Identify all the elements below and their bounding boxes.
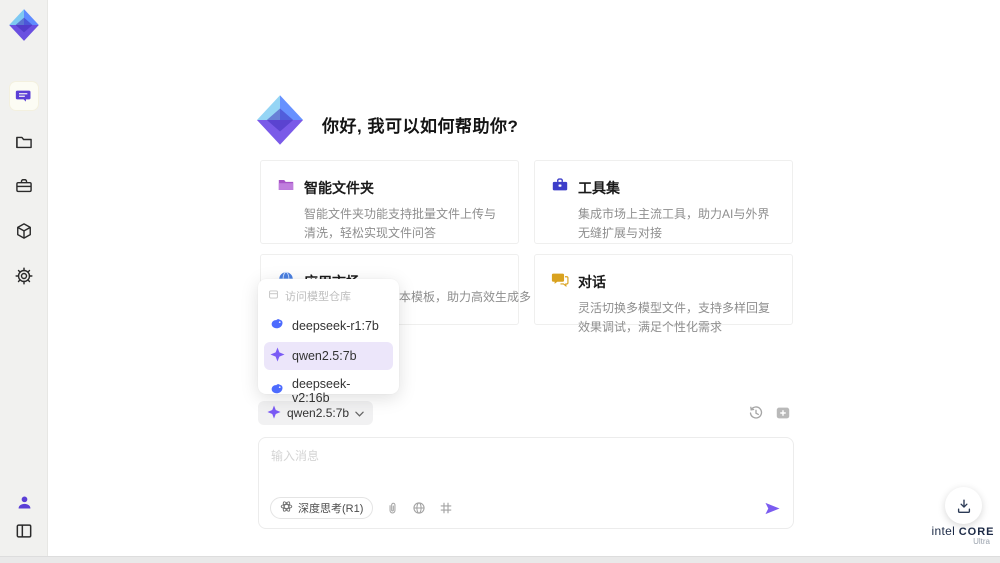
model-option-label: qwen2.5:7b <box>292 349 357 363</box>
chat-actions <box>748 405 791 426</box>
card-desc: 灵活切换多模型文件，支持多样回复效果调试，满足个性化需求 <box>578 301 771 334</box>
model-option-qwen[interactable]: qwen2.5:7b <box>264 342 393 370</box>
message-composer: 深度思考(R1) <box>258 437 794 529</box>
toolbox-icon <box>551 176 569 199</box>
sidebar-item-folders[interactable] <box>10 128 38 156</box>
sidebar-item-settings[interactable] <box>10 262 38 290</box>
send-button[interactable] <box>764 501 781 516</box>
deep-think-label: 深度思考(R1) <box>298 503 364 515</box>
grid-icon[interactable] <box>439 501 453 515</box>
model-option-deepseek-v2[interactable]: deepseek-v2:16b <box>264 372 393 410</box>
model-dropdown: 访问模型仓库 deepseek-r1:7b qwen2.5:7b deepsee… <box>258 279 399 405</box>
model-option-deepseek-r1[interactable]: deepseek-r1:7b <box>264 312 393 340</box>
card-toolset[interactable]: 工具集 集成市场上主流工具，助力AI与外界无缝扩展与对接 <box>534 160 793 244</box>
card-title: 智能文件夹 <box>304 179 374 196</box>
sidebar <box>0 0 48 556</box>
ultra-logo-text: Ultra <box>973 537 990 546</box>
sidebar-item-apps[interactable] <box>10 217 38 245</box>
card-smart-folder[interactable]: 智能文件夹 智能文件夹功能支持批量文件上传与清洗，轻松实现文件问答 <box>260 160 519 244</box>
card-dialogue[interactable]: 对话 灵活切换多模型文件，支持多样回复效果调试，满足个性化需求 <box>534 254 793 334</box>
qwen-icon <box>270 347 285 365</box>
history-icon[interactable] <box>748 405 764 426</box>
card-desc: 智能文件夹功能支持批量文件上传与清洗，轻松实现文件问答 <box>304 207 497 240</box>
model-option-label: deepseek-v2:16b <box>292 377 351 405</box>
chat-gold-icon <box>551 270 569 293</box>
page-title: 你好, 我可以如何帮助你? <box>322 117 519 136</box>
card-desc-fragment: 本模板，助力高效生成多 <box>399 290 532 304</box>
repository-icon <box>268 289 279 303</box>
dropdown-header[interactable]: 访问模型仓库 <box>264 285 393 310</box>
user-icon[interactable] <box>10 488 38 516</box>
atom-icon <box>280 500 293 516</box>
model-option-label: deepseek-r1:7b <box>292 319 379 333</box>
panel-toggle-icon[interactable] <box>10 517 38 545</box>
bottom-strip <box>0 556 1000 563</box>
app-window: 你好, 我可以如何帮助你? 智能文件夹 智能文件夹功能支持批量文件上传与清洗，轻… <box>0 0 1000 563</box>
greeting-logo <box>252 92 308 148</box>
deepseek-icon <box>270 317 285 335</box>
intel-core-badge: intel CORE Ultra <box>928 524 998 546</box>
attachment-icon[interactable] <box>386 502 399 515</box>
dropdown-header-label: 访问模型仓库 <box>285 291 351 303</box>
intel-logo-text: intel <box>931 524 956 538</box>
card-title: 工具集 <box>578 179 620 196</box>
new-chat-icon[interactable] <box>775 405 791 426</box>
message-input[interactable] <box>271 447 771 487</box>
composer-toolbar: 深度思考(R1) <box>270 497 781 519</box>
deepseek-icon <box>270 382 285 400</box>
card-desc: 集成市场上主流工具，助力AI与外界无缝扩展与对接 <box>578 207 770 240</box>
globe-icon[interactable] <box>412 501 426 515</box>
deep-think-toggle[interactable]: 深度思考(R1) <box>270 497 374 519</box>
folder-purple-icon <box>277 176 295 199</box>
sidebar-item-chat[interactable] <box>10 82 38 110</box>
download-button[interactable] <box>945 487 982 524</box>
card-title: 对话 <box>578 273 606 290</box>
sidebar-item-toolbox[interactable] <box>10 172 38 200</box>
app-logo <box>7 7 41 43</box>
